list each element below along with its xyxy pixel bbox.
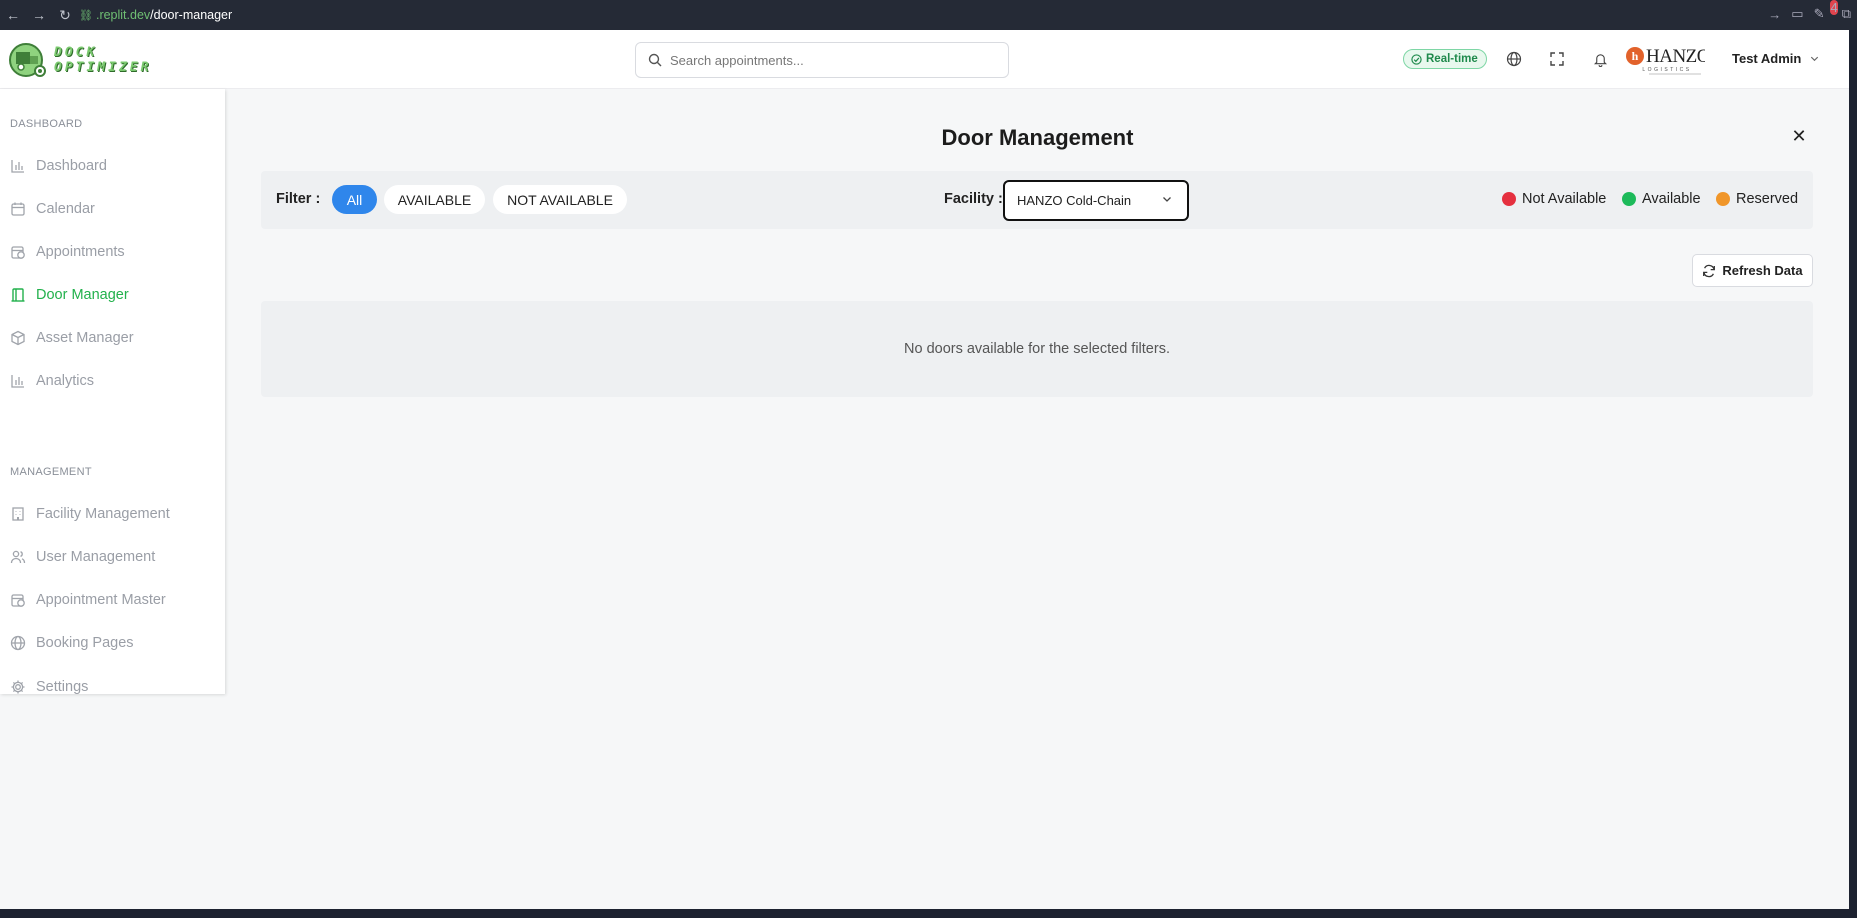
filter-label: Filter :: [276, 191, 321, 207]
sidebar: DASHBOARD Dashboard Calendar Appointment…: [0, 89, 225, 695]
building-icon: [12, 507, 24, 521]
door-icon: [11, 288, 25, 302]
sidebar-item-asset-manager[interactable]: Asset Manager: [10, 326, 210, 350]
app-viewport: DOCK OPTIMIZER Real-time h HANZO: [0, 30, 1849, 909]
user-name: Test Admin: [1732, 51, 1802, 66]
open-external-icon[interactable]: ⧉: [1842, 6, 1851, 22]
empty-state: No doors available for the selected filt…: [261, 301, 1813, 397]
filter-available-button[interactable]: AVAILABLE: [384, 185, 485, 214]
address-bar[interactable]: ⛓ .replit.dev /door-manager: [79, 8, 232, 22]
green-dot-icon: [1622, 192, 1636, 206]
gear-icon: [11, 680, 25, 694]
screen-icon[interactable]: ▭: [1791, 6, 1803, 22]
filter-all-button[interactable]: All: [332, 185, 377, 214]
refresh-icon: [1703, 264, 1716, 277]
facility-label: Facility :: [944, 191, 1003, 207]
calendar-clock-icon: [11, 594, 25, 607]
dock-optimizer-logo[interactable]: DOCK OPTIMIZER: [8, 42, 151, 78]
reload-icon[interactable]: ↻: [57, 7, 73, 24]
sidebar-item-label: Calendar: [36, 201, 95, 217]
legend-available: Available: [1622, 191, 1701, 207]
realtime-label: Real-time: [1426, 53, 1478, 65]
refresh-data-button[interactable]: Refresh Data: [1692, 254, 1813, 287]
url-path: /door-manager: [150, 8, 233, 22]
orange-dot-icon: [1716, 192, 1730, 206]
globe-icon: [10, 635, 26, 651]
chevron-down-icon: [1811, 56, 1819, 62]
sidebar-item-label: Settings: [36, 679, 89, 695]
sidebar-item-label: User Management: [36, 549, 156, 565]
svg-text:h: h: [1632, 49, 1639, 63]
sidebar-item-label: Appointments: [36, 244, 125, 260]
legend-label: Not Available: [1522, 191, 1607, 207]
bar-chart-icon: [11, 375, 24, 388]
arrow-right-icon[interactable]: →: [1768, 7, 1781, 22]
truck-logo-icon: [8, 42, 48, 78]
link-icon: ⛓: [79, 9, 93, 22]
bar-chart-icon: [11, 160, 24, 173]
notification-badge: 4: [1830, 0, 1838, 15]
sidebar-item-label: Facility Management: [36, 506, 170, 522]
realtime-badge: Real-time: [1403, 49, 1487, 69]
sidebar-item-analytics[interactable]: Analytics: [10, 369, 210, 393]
sidebar-item-label: Door Manager: [36, 287, 129, 303]
url-host: .replit.dev: [95, 8, 151, 22]
sidebar-item-appointment-master[interactable]: Appointment Master: [10, 588, 210, 612]
legend-label: Available: [1642, 191, 1701, 207]
check-circle-icon: [1411, 53, 1422, 65]
scrollbar[interactable]: [1849, 30, 1857, 909]
bell-icon[interactable]: [1590, 49, 1610, 69]
page-title: Door Management: [941, 125, 1134, 150]
sidebar-item-facility-management[interactable]: Facility Management: [10, 502, 210, 526]
legend-label: Reserved: [1736, 191, 1799, 207]
search-input[interactable]: [670, 52, 990, 68]
sidebar-item-label: Dashboard: [36, 158, 107, 174]
sidebar-item-appointments[interactable]: Appointments: [10, 240, 210, 264]
legend-not-available: Not Available: [1502, 191, 1606, 207]
sidebar-item-user-management[interactable]: User Management: [10, 545, 210, 569]
filter-not-available-button[interactable]: NOT AVAILABLE: [493, 185, 627, 214]
logo-text: DOCK OPTIMIZER: [54, 45, 152, 75]
legend-reserved: Reserved: [1716, 191, 1798, 207]
close-icon[interactable]: ✕: [1789, 126, 1809, 146]
sidebar-item-label: Asset Manager: [36, 330, 134, 346]
box-icon: [11, 330, 25, 346]
hanzo-logo: h HANZO LOGISTICS: [1625, 43, 1711, 77]
users-icon: [10, 550, 26, 564]
sidebar-item-label: Analytics: [36, 373, 95, 389]
extension-icon[interactable]: ✎ 4: [1814, 0, 1838, 22]
user-menu[interactable]: Test Admin: [1732, 51, 1820, 66]
back-icon[interactable]: ←: [5, 7, 21, 23]
red-dot-icon: [1502, 192, 1516, 206]
top-bar: DOCK OPTIMIZER Real-time h HANZO: [0, 30, 1849, 89]
sidebar-item-dashboard[interactable]: Dashboard: [10, 154, 210, 178]
search-icon: [648, 53, 662, 67]
svg-text:LOGISTICS: LOGISTICS: [1642, 67, 1691, 73]
sidebar-item-settings[interactable]: Settings: [10, 675, 210, 699]
facility-select[interactable]: HANZO Cold-Chain: [1003, 180, 1189, 221]
svg-text:HANZO: HANZO: [1646, 46, 1705, 67]
fullscreen-icon[interactable]: [1547, 49, 1567, 69]
chevron-down-icon: [1163, 197, 1171, 202]
forward-icon[interactable]: →: [31, 7, 47, 23]
globe-icon[interactable]: [1504, 49, 1524, 69]
refresh-label: Refresh Data: [1722, 263, 1803, 278]
section-label-management: MANAGEMENT: [10, 466, 92, 478]
sidebar-item-booking-pages[interactable]: Booking Pages: [10, 631, 210, 655]
calendar-clock-icon: [11, 246, 25, 259]
facility-value: HANZO Cold-Chain: [1017, 193, 1132, 208]
sidebar-item-label: Appointment Master: [36, 592, 166, 608]
empty-message: No doors available for the selected filt…: [904, 341, 1170, 357]
sidebar-item-label: Booking Pages: [36, 635, 134, 651]
sidebar-item-door-manager[interactable]: Door Manager: [10, 283, 210, 307]
search-box[interactable]: [635, 42, 1009, 78]
browser-toolbar: ← → ↻ ⛓ .replit.dev /door-manager → ▭ ✎ 4…: [0, 0, 1857, 30]
calendar-icon: [11, 202, 25, 216]
sidebar-item-calendar[interactable]: Calendar: [10, 197, 210, 221]
filter-bar: Filter : All AVAILABLE NOT AVAILABLE Fac…: [261, 171, 1813, 229]
